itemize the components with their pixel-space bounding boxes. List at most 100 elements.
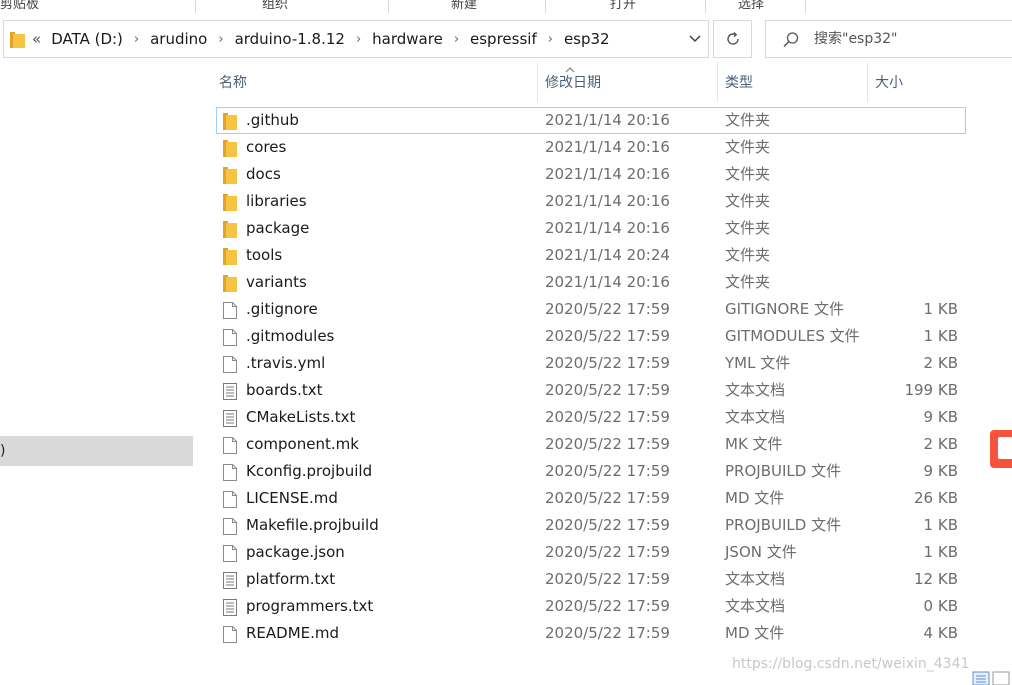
file-modified-date: 2020/5/22 17:59 [545, 597, 670, 615]
refresh-button[interactable] [713, 20, 752, 58]
file-row[interactable]: variants 2021/1/14 20:16 文件夹 [216, 269, 966, 296]
file-size: 1 KB [923, 300, 958, 318]
app-shortcut-icon[interactable] [990, 430, 1012, 468]
file-row[interactable]: package 2021/1/14 20:16 文件夹 [216, 215, 966, 242]
file-row[interactable]: .gitignore 2020/5/22 17:59 GITIGNORE 文件 1 K… [216, 296, 966, 323]
file-type: 文件夹 [725, 273, 771, 291]
file-type: 文本文档 [725, 597, 786, 615]
file-row[interactable]: docs 2021/1/14 20:16 文件夹 [216, 161, 966, 188]
breadcrumb-item-arduino-1-8-12[interactable]: arduino-1.8.12 [233, 30, 347, 48]
view-toggle-icon[interactable] [970, 668, 1012, 685]
file-modified-date: 2021/1/14 20:16 [545, 273, 670, 291]
file-modified-date: 2021/1/14 20:24 [545, 246, 670, 264]
file-name: CMakeLists.txt [246, 408, 356, 426]
file-row[interactable]: LICENSE.md 2020/5/22 17:59 MD 文件 26 KB [216, 485, 966, 512]
breadcrumb-item-espressif[interactable]: espressif [468, 30, 539, 48]
file-size: 0 KB [923, 597, 958, 615]
address-history-dropdown[interactable] [682, 21, 708, 57]
folder-icon [223, 112, 237, 130]
text-file-icon [223, 409, 237, 427]
file-type: 文件夹 [725, 219, 771, 237]
file-row[interactable]: boards.txt 2020/5/22 17:59 文本文档 199 KB [216, 377, 966, 404]
chevron-right-icon[interactable]: › [548, 32, 553, 47]
file-modified-date: 2020/5/22 17:59 [545, 435, 670, 453]
file-name: component.mk [246, 435, 359, 453]
file-name: package.json [246, 543, 345, 561]
file-type: 文本文档 [725, 408, 786, 426]
file-modified-date: 2020/5/22 17:59 [545, 300, 670, 318]
folder-icon [223, 139, 237, 157]
column-header-date[interactable]: 修改日期 [537, 62, 717, 102]
text-file-icon [223, 571, 237, 589]
file-icon [223, 490, 237, 508]
file-row[interactable]: libraries 2021/1/14 20:16 文件夹 [216, 188, 966, 215]
address-bar[interactable]: « DATA (D:) › arudino › arduino-1.8.12 ›… [3, 20, 709, 58]
file-type: 文件夹 [725, 165, 771, 183]
file-row[interactable]: .travis.yml 2020/5/22 17:59 YML 文件 2 KB [216, 350, 966, 377]
file-row[interactable]: component.mk 2020/5/22 17:59 MK 文件 2 KB [216, 431, 966, 458]
file-name: cores [246, 138, 287, 156]
chevron-right-icon[interactable]: › [454, 32, 459, 47]
text-file-icon [223, 598, 237, 616]
file-type: PROJBUILD 文件 [725, 516, 842, 534]
file-modified-date: 2020/5/22 17:59 [545, 543, 670, 561]
ribbon-group-new[interactable]: 新建 [451, 0, 477, 12]
file-name: docs [246, 165, 281, 183]
breadcrumb-item-arudino[interactable]: arudino [148, 30, 209, 48]
file-icon [223, 328, 237, 346]
file-row[interactable]: cores 2021/1/14 20:16 文件夹 [216, 134, 966, 161]
file-type: MD 文件 [725, 489, 785, 507]
file-modified-date: 2021/1/14 20:16 [545, 111, 670, 129]
file-type: GITIGNORE 文件 [725, 300, 844, 318]
breadcrumb-item-esp32[interactable]: esp32 [562, 30, 612, 48]
file-icon [223, 463, 237, 481]
ribbon-group-organize[interactable]: 组织 [262, 0, 288, 12]
file-row[interactable]: platform.txt 2020/5/22 17:59 文本文档 12 KB [216, 566, 966, 593]
file-row[interactable]: tools 2021/1/14 20:24 文件夹 [216, 242, 966, 269]
file-type: 文本文档 [725, 381, 786, 399]
file-row[interactable]: programmers.txt 2020/5/22 17:59 文本文档 0 KB [216, 593, 966, 620]
search-input[interactable] [814, 29, 1004, 49]
file-row[interactable]: .gitmodules 2020/5/22 17:59 GITMODULES 文件 1… [216, 323, 966, 350]
file-row[interactable]: README.md 2020/5/22 17:59 MD 文件 4 KB [216, 620, 966, 647]
file-size: 2 KB [923, 354, 958, 372]
ribbon-divider [705, 0, 706, 13]
file-icon [223, 436, 237, 454]
ribbon-group-open[interactable]: 打开 [610, 0, 636, 12]
column-header-size[interactable]: 大小 [867, 62, 967, 102]
file-icon [223, 544, 237, 562]
folder-icon [223, 166, 237, 184]
file-type: MD 文件 [725, 624, 785, 642]
file-row[interactable]: CMakeLists.txt 2020/5/22 17:59 文本文档 9 KB [216, 404, 966, 431]
file-row[interactable]: Makefile.projbuild 2020/5/22 17:59 PROJBUI… [216, 512, 966, 539]
file-name: .github [246, 111, 299, 129]
file-row[interactable]: Kconfig.projbuild 2020/5/22 17:59 PROJBUIL… [216, 458, 966, 485]
file-name: .gitignore [246, 300, 318, 318]
navigation-pane[interactable]: ) [0, 60, 196, 685]
ribbon-group-select[interactable]: 选择 [738, 0, 764, 12]
chevron-right-icon[interactable]: › [218, 32, 223, 47]
ribbon-group-clipboard[interactable]: 剪贴板 [0, 0, 39, 12]
refresh-icon [726, 32, 739, 45]
nav-item-selected[interactable]: ) [0, 436, 193, 466]
search-box[interactable] [765, 20, 1012, 58]
chevron-right-icon[interactable]: › [356, 32, 361, 47]
file-type: 文件夹 [725, 192, 771, 210]
file-row[interactable]: .github 2021/1/14 20:16 文件夹 [216, 107, 966, 134]
file-size: 26 KB [914, 489, 958, 507]
file-name: variants [246, 273, 307, 291]
file-name: boards.txt [246, 381, 323, 399]
breadcrumb-item-drive[interactable]: DATA (D:) [49, 30, 125, 48]
file-modified-date: 2020/5/22 17:59 [545, 327, 670, 345]
breadcrumb-overflow-button[interactable]: « [32, 30, 41, 48]
breadcrumb: DATA (D:) › arudino › arduino-1.8.12 › h… [49, 30, 611, 48]
column-header-type[interactable]: 类型 [717, 62, 867, 102]
column-header-name[interactable]: 名称 [212, 62, 537, 102]
watermark: https://blog.csdn.net/weixin_4341 [732, 656, 970, 672]
breadcrumb-item-hardware[interactable]: hardware [370, 30, 445, 48]
file-row[interactable]: package.json 2020/5/22 17:59 JSON 文件 1 KB [216, 539, 966, 566]
file-name: Makefile.projbuild [246, 516, 379, 534]
file-name: platform.txt [246, 570, 336, 588]
chevron-right-icon[interactable]: › [134, 32, 139, 47]
file-modified-date: 2020/5/22 17:59 [545, 570, 670, 588]
